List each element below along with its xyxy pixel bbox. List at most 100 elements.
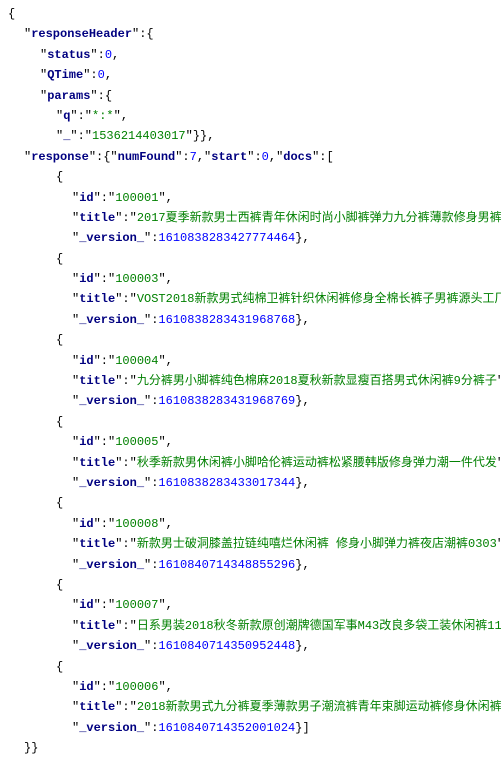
json-punc: ": xyxy=(144,313,158,327)
json-line: "title":"VOST2018新款男式纯棉卫裤针织休闲裤修身全棉长裤子男裤源… xyxy=(8,289,493,309)
json-punc: ":" xyxy=(115,292,137,306)
json-punc: ", xyxy=(497,537,501,551)
json-key: id xyxy=(79,191,93,205)
json-line: "id":"100007", xyxy=(8,595,493,615)
json-line: "id":"100006", xyxy=(8,677,493,697)
json-punc: ": xyxy=(144,231,158,245)
json-punc: ":" xyxy=(94,191,116,205)
json-str: 九分裤男小脚裤纯色棉麻2018夏秋新款显瘦百搭男式休闲裤9分裤子 xyxy=(137,374,497,388)
json-num: 1610840714348855296 xyxy=(158,558,295,572)
json-line: "id":"100003", xyxy=(8,269,493,289)
json-punc: ":" xyxy=(94,598,116,612)
json-punc: ", xyxy=(158,435,172,449)
json-line: { xyxy=(8,249,493,269)
json-key: title xyxy=(79,700,115,714)
json-punc: ", xyxy=(158,272,172,286)
json-punc: ": xyxy=(144,558,158,572)
json-num: 1610838283433017344 xyxy=(158,476,295,490)
json-key: id xyxy=(79,680,93,694)
json-punc: ":" xyxy=(115,700,137,714)
json-key: title xyxy=(79,619,115,633)
json-key: title xyxy=(79,211,115,225)
json-punc: ":" xyxy=(94,680,116,694)
json-punc: }, xyxy=(295,394,309,408)
json-punc: ":" xyxy=(115,619,137,633)
json-punc: ", xyxy=(158,680,172,694)
json-num: 7 xyxy=(190,150,197,164)
json-punc: ": xyxy=(247,150,261,164)
json-punc: ":" xyxy=(94,517,116,531)
json-key: status xyxy=(47,48,90,62)
json-punc: ":" xyxy=(70,109,92,123)
json-punc: ", xyxy=(497,456,501,470)
json-line: "response":{"numFound":7,"start":0,"docs… xyxy=(8,147,493,167)
json-str: 新款男士破洞膝盖拉链纯嘻烂休闲裤 修身小脚弹力裤夜店潮裤0303 xyxy=(137,537,497,551)
json-line: "_version_":1610840714352001024}] xyxy=(8,718,493,738)
json-line: { xyxy=(8,167,493,187)
json-punc: }, xyxy=(295,313,309,327)
json-punc: ":{ xyxy=(132,27,154,41)
json-line: "_version_":1610838283431968769}, xyxy=(8,391,493,411)
json-key: title xyxy=(79,456,115,470)
json-key: response xyxy=(31,150,89,164)
json-line: "_version_":1610838283433017344}, xyxy=(8,473,493,493)
json-key: id xyxy=(79,354,93,368)
json-punc: }, xyxy=(295,476,309,490)
json-punc: ":" xyxy=(94,354,116,368)
json-str: 1536214403017 xyxy=(92,129,186,143)
json-line: { xyxy=(8,330,493,350)
json-key: _version_ xyxy=(79,558,144,572)
json-line: { xyxy=(8,575,493,595)
json-line: "responseHeader":{ xyxy=(8,24,493,44)
json-key: _version_ xyxy=(79,639,144,653)
json-line: { xyxy=(8,4,493,24)
json-str: 100007 xyxy=(115,598,158,612)
json-punc: ":" xyxy=(115,211,137,225)
json-punc: ":" xyxy=(70,129,92,143)
json-punc: { xyxy=(8,7,15,21)
json-key: start xyxy=(211,150,247,164)
json-line: "_version_":1610840714350952448}, xyxy=(8,636,493,656)
json-key: title xyxy=(79,537,115,551)
json-line: "q":"*:*", xyxy=(8,106,493,126)
json-punc: ": xyxy=(144,639,158,653)
json-key: _version_ xyxy=(79,313,144,327)
json-line: "_version_":1610838283431968768}, xyxy=(8,310,493,330)
json-punc: }, xyxy=(295,558,309,572)
json-line: "_":"1536214403017"}}, xyxy=(8,126,493,146)
json-punc: , xyxy=(105,68,112,82)
json-punc: { xyxy=(56,333,63,347)
json-punc: { xyxy=(56,415,63,429)
json-line: "_version_":1610840714348855296}, xyxy=(8,555,493,575)
json-punc: { xyxy=(56,660,63,674)
json-str: 2018新款男式九分裤夏季薄款男子潮流裤青年束脚运动裤修身休闲裤 xyxy=(137,700,501,714)
json-key: title xyxy=(79,374,115,388)
json-punc: ": xyxy=(83,68,97,82)
json-line: "title":"2017夏季新款男士西裤青年休闲时尚小脚裤弹力九分裤薄款修身男… xyxy=(8,208,493,228)
json-punc: ", xyxy=(158,354,172,368)
json-str: 100003 xyxy=(115,272,158,286)
json-punc: { xyxy=(56,170,63,184)
json-punc: { xyxy=(56,496,63,510)
json-num: 1610838283427774464 xyxy=(158,231,295,245)
json-punc: ": xyxy=(175,150,189,164)
json-key: _version_ xyxy=(79,394,144,408)
json-punc: { xyxy=(56,252,63,266)
json-punc: { xyxy=(56,578,63,592)
json-key: numFound xyxy=(118,150,176,164)
json-str: 秋季新款男休闲裤小脚哈伦裤运动裤松紧腰韩版修身弹力潮一件代发 xyxy=(137,456,497,470)
json-punc: ," xyxy=(197,150,211,164)
json-punc: }} xyxy=(24,741,38,755)
json-punc: ":{" xyxy=(89,150,118,164)
json-key: id xyxy=(79,435,93,449)
json-punc: ":" xyxy=(115,374,137,388)
json-punc: ": xyxy=(144,721,158,735)
json-line: "id":"100001", xyxy=(8,188,493,208)
json-str: 100004 xyxy=(115,354,158,368)
json-line: { xyxy=(8,493,493,513)
json-key: QTime xyxy=(47,68,83,82)
json-punc: ": xyxy=(144,476,158,490)
json-line: "title":"2018新款男式九分裤夏季薄款男子潮流裤青年束脚运动裤修身休闲… xyxy=(8,697,493,717)
json-str: 日系男装2018秋冬新款原创潮牌德国军事M43改良多袋工装休闲裤115 xyxy=(137,619,501,633)
json-line: "id":"100008", xyxy=(8,514,493,534)
